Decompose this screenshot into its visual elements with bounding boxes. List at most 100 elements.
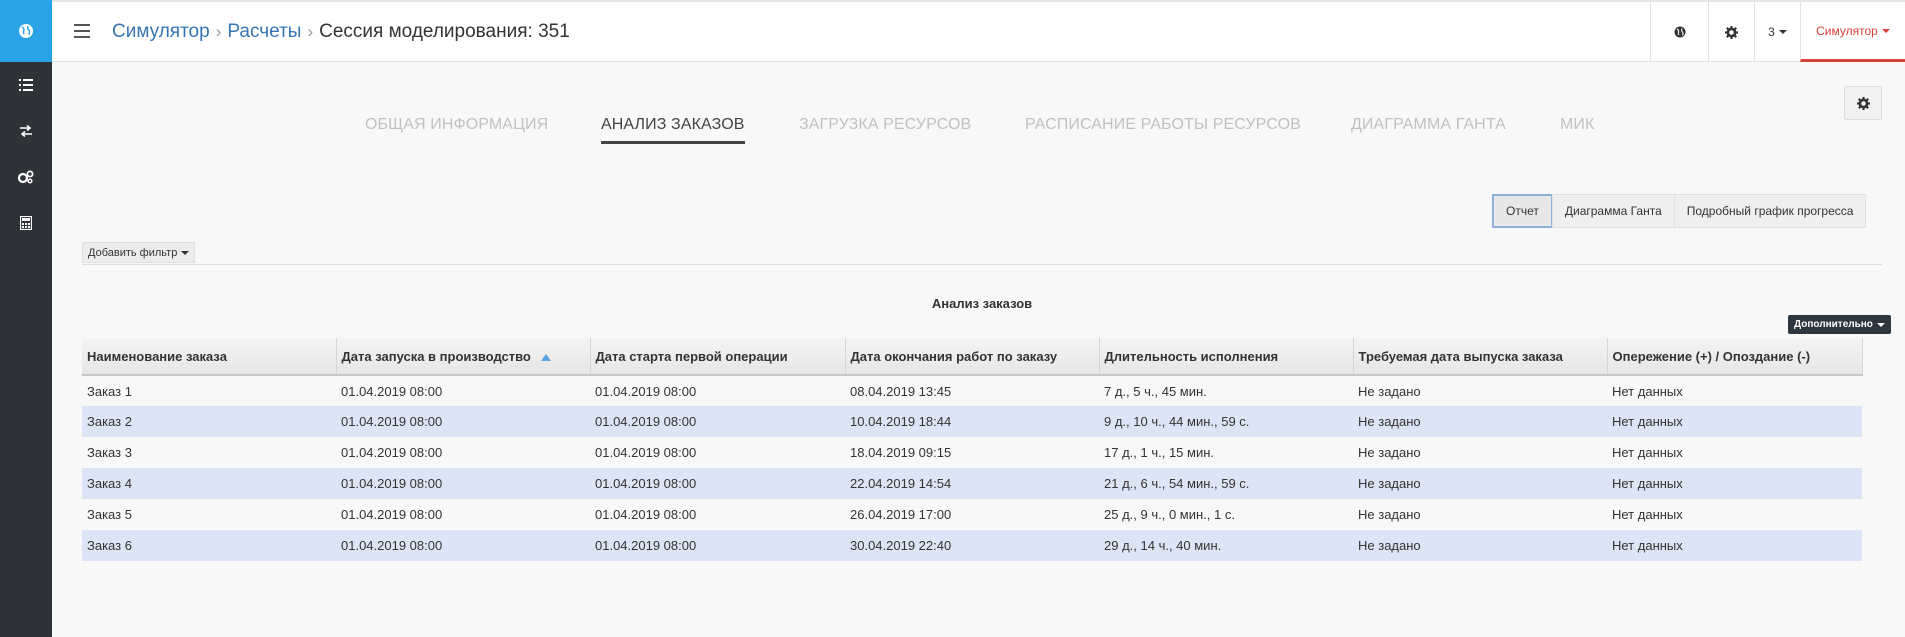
- tab-general-info[interactable]: ОБЩАЯ ИНФОРМАЦИЯ: [365, 116, 548, 134]
- table-cell: Нет данных: [1607, 530, 1862, 561]
- column-header-label: Наименование заказа: [87, 348, 227, 364]
- table-cell: 26.04.2019 17:00: [845, 499, 1099, 530]
- notifications-dropdown[interactable]: 3: [1754, 2, 1800, 62]
- table-cell: Не задано: [1353, 468, 1607, 499]
- table-cell: Нет данных: [1607, 468, 1862, 499]
- table-cell: 22.04.2019 14:54: [845, 468, 1099, 499]
- tab-order-analysis[interactable]: АНАЛИЗ ЗАКАЗОВ: [601, 116, 745, 144]
- table-cell: Не задано: [1353, 530, 1607, 561]
- user-menu-dropdown[interactable]: Симулятор: [1800, 2, 1905, 62]
- view-toggle-group: Отчет Диаграмма Ганта Подробный график п…: [1492, 194, 1867, 228]
- table-row[interactable]: Заказ 5 01.04.2019 08:00 01.04.2019 08:0…: [82, 499, 1862, 530]
- settings-top-button[interactable]: [1708, 2, 1754, 62]
- view-gantt-button[interactable]: Диаграмма Ганта: [1551, 194, 1675, 228]
- add-filter-button[interactable]: Добавить фильтр: [82, 242, 196, 263]
- table-cell: 25 д., 9 ч., 0 мин., 1 с.: [1099, 499, 1353, 530]
- gears-icon: [18, 170, 34, 184]
- column-header-required-date[interactable]: Требуемая дата выпуска заказа: [1353, 338, 1608, 376]
- table-row[interactable]: Заказ 6 01.04.2019 08:00 01.04.2019 08:0…: [82, 530, 1862, 561]
- table-cell: 01.04.2019 08:00: [336, 406, 590, 437]
- sidebar-item-list[interactable]: [0, 62, 52, 108]
- column-header-duration[interactable]: Длительность исполнения: [1099, 338, 1354, 376]
- table-cell: 17 д., 1 ч., 15 мин.: [1099, 437, 1353, 468]
- tab-resource-schedule[interactable]: РАСПИСАНИЕ РАБОТЫ РЕСУРСОВ: [1025, 116, 1301, 134]
- breadcrumb-separator-icon: ›: [307, 22, 314, 41]
- caret-down-icon: [1876, 322, 1885, 327]
- table-cell: 9 д., 10 ч., 44 мин., 59 с.: [1099, 406, 1353, 437]
- table-cell: 7 д., 5 ч., 45 мин.: [1099, 375, 1353, 406]
- caret-down-icon: [1778, 30, 1787, 34]
- table-cell: Не задано: [1353, 437, 1607, 468]
- column-header-label: Дата окончания работ по заказу: [850, 348, 1058, 364]
- add-filter-label: Добавить фильтр: [88, 246, 178, 259]
- column-header-launch-date[interactable]: Дата запуска в производство: [336, 338, 591, 376]
- table-cell: Не задано: [1353, 406, 1607, 437]
- logo[interactable]: [0, 0, 52, 62]
- section-tabs: ОБЩАЯ ИНФОРМАЦИЯ АНАЛИЗ ЗАКАЗОВ ЗАГРУЗКА…: [0, 116, 1905, 146]
- caret-down-icon: [1881, 28, 1890, 33]
- table-header-row: Наименование заказа Дата запуска в произ…: [82, 338, 1863, 376]
- table-cell: 01.04.2019 08:00: [336, 468, 590, 499]
- table-cell: Заказ 6: [82, 530, 336, 561]
- table-cell: Нет данных: [1607, 499, 1862, 530]
- table-cell: Нет данных: [1607, 375, 1862, 406]
- user-menu-label: Симулятор: [1816, 23, 1878, 38]
- breadcrumb: Симулятор › Расчеты › Сессия моделирован…: [112, 21, 570, 43]
- top-right-controls: 3 Симулятор: [1650, 2, 1905, 62]
- view-report-button[interactable]: Отчет: [1492, 194, 1553, 228]
- page-settings-button[interactable]: [1844, 86, 1882, 120]
- table-cell: Не задано: [1353, 375, 1607, 406]
- table-cell: 01.04.2019 08:00: [336, 437, 590, 468]
- column-header-order-name[interactable]: Наименование заказа: [82, 338, 337, 376]
- sidebar-item-calculator[interactable]: [0, 200, 52, 246]
- table-cell: 21 д., 6 ч., 54 мин., 59 с.: [1099, 468, 1353, 499]
- table-row[interactable]: Заказ 3 01.04.2019 08:00 01.04.2019 08:0…: [82, 437, 1862, 468]
- table-cell: 08.04.2019 13:45: [845, 375, 1099, 406]
- more-options-button[interactable]: Дополнительно: [1788, 315, 1891, 334]
- column-header-end-date[interactable]: Дата окончания работ по заказу: [845, 338, 1100, 376]
- table-cell: Нет данных: [1607, 437, 1862, 468]
- sort-ascending-icon: [540, 353, 551, 361]
- tab-gantt-chart[interactable]: ДИАГРАММА ГАНТА: [1351, 116, 1506, 134]
- table-cell: Заказ 2: [82, 406, 336, 437]
- more-options-label: Дополнительно: [1794, 319, 1873, 330]
- top-bar: Симулятор › Расчеты › Сессия моделирован…: [52, 0, 1905, 62]
- table-cell: 01.04.2019 08:00: [336, 499, 590, 530]
- menu-toggle-icon[interactable]: [74, 24, 90, 38]
- gear-icon: [1725, 25, 1738, 39]
- table-cell: 30.04.2019 22:40: [845, 530, 1099, 561]
- tab-resource-load[interactable]: ЗАГРУЗКА РЕСУРСОВ: [799, 116, 971, 134]
- table-row[interactable]: Заказ 2 01.04.2019 08:00 01.04.2019 08:0…: [82, 406, 1862, 437]
- column-header-label: Требуемая дата выпуска заказа: [1358, 348, 1563, 364]
- orders-table: Наименование заказа Дата запуска в произ…: [82, 338, 1863, 561]
- sidebar: [0, 0, 52, 637]
- breadcrumb-separator-icon: ›: [215, 22, 222, 41]
- table-cell: 01.04.2019 08:00: [590, 530, 845, 561]
- page-title: Сессия моделирования: 351: [319, 21, 570, 42]
- column-header-label: Длительность исполнения: [1104, 348, 1279, 364]
- table-cell: 01.04.2019 08:00: [590, 499, 845, 530]
- column-header-lead-lag[interactable]: Опережение (+) / Опоздание (-): [1607, 338, 1863, 376]
- table-cell: Заказ 3: [82, 437, 336, 468]
- view-progress-button[interactable]: Подробный график прогресса: [1673, 194, 1867, 228]
- table-cell: Заказ 5: [82, 499, 336, 530]
- sidebar-item-gears[interactable]: [0, 154, 52, 200]
- tab-mik[interactable]: МИК: [1560, 116, 1594, 134]
- breadcrumb-link-simulator[interactable]: Симулятор: [112, 21, 210, 43]
- column-header-first-op-start[interactable]: Дата старта первой операции: [590, 338, 846, 376]
- table-title: Анализ заказов: [931, 296, 1033, 311]
- caret-down-icon: [181, 250, 190, 255]
- notifications-count: 3: [1768, 25, 1775, 39]
- table-row[interactable]: Заказ 1 01.04.2019 08:00 01.04.2019 08:0…: [82, 375, 1862, 406]
- language-button[interactable]: [1650, 2, 1708, 62]
- table-row[interactable]: Заказ 4 01.04.2019 08:00 01.04.2019 08:0…: [82, 468, 1862, 499]
- table-cell: 01.04.2019 08:00: [590, 468, 845, 499]
- table-cell: Не задано: [1353, 499, 1607, 530]
- table-cell: 29 д., 14 ч., 40 мин.: [1099, 530, 1353, 561]
- table-cell: 01.04.2019 08:00: [336, 375, 590, 406]
- breadcrumb-link-calculations[interactable]: Расчеты: [227, 21, 301, 43]
- globe-icon: [19, 24, 33, 38]
- divider: [82, 264, 1882, 265]
- gear-icon: [1856, 96, 1870, 110]
- table-cell: Нет данных: [1607, 406, 1862, 437]
